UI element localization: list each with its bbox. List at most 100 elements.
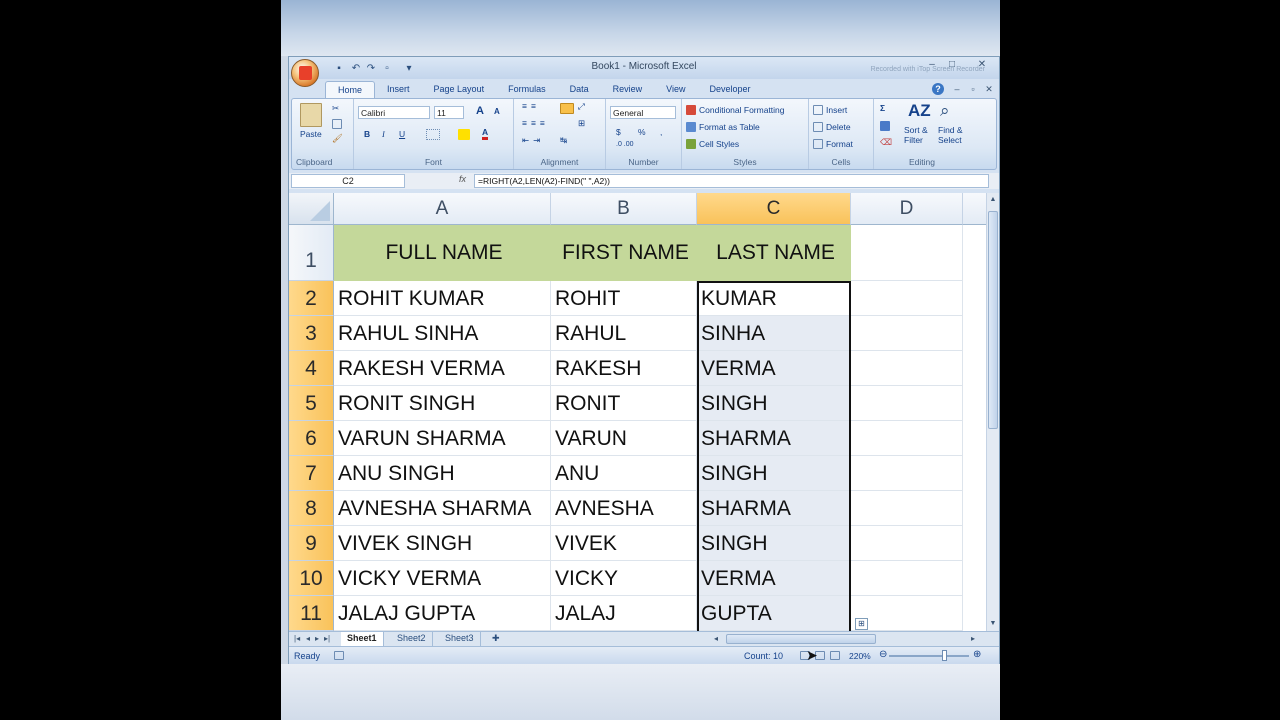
delete-cells-button[interactable]: Delete (826, 122, 851, 132)
cell-d4[interactable] (851, 351, 963, 386)
cell-d8[interactable] (851, 491, 963, 526)
office-button[interactable] (291, 59, 319, 87)
tab-view[interactable]: View (654, 81, 697, 99)
zoom-slider-knob[interactable] (942, 650, 947, 661)
cell-c8[interactable]: SHARMA (697, 491, 851, 526)
cell-a2[interactable]: ROHIT KUMAR (334, 281, 551, 316)
tab-formulas[interactable]: Formulas (496, 81, 558, 99)
cell-c2[interactable]: KUMAR (697, 281, 851, 316)
underline-button[interactable]: U (399, 129, 405, 139)
row-header[interactable]: 1 (289, 225, 334, 281)
zoom-out-icon[interactable]: ⊖ (879, 649, 887, 660)
cell-a8[interactable]: AVNESHA SHARMA (334, 491, 551, 526)
row-header[interactable]: 10 (289, 561, 334, 596)
cell-a3[interactable]: RAHUL SINHA (334, 316, 551, 351)
tab-review[interactable]: Review (601, 81, 655, 99)
cell-b7[interactable]: ANU (551, 456, 697, 491)
column-header-c[interactable]: C (697, 193, 851, 225)
conditional-formatting-button[interactable]: Conditional Formatting (699, 105, 785, 115)
cell-a1[interactable]: FULL NAME (334, 225, 551, 281)
scroll-down-icon[interactable]: ▼ (988, 619, 998, 629)
borders-icon[interactable] (426, 129, 440, 140)
cell-c11[interactable]: GUPTA (697, 596, 851, 631)
worksheet-grid[interactable]: A B C D 1 FULL NAME FIRST NAME LAST NAME… (289, 193, 986, 631)
cell-a11[interactable]: JALAJ GUPTA (334, 596, 551, 631)
scroll-up-icon[interactable]: ▲ (988, 195, 998, 205)
clear-icon[interactable]: ⌫ (880, 137, 892, 148)
cell-b3[interactable]: RAHUL (551, 316, 697, 351)
cell-a9[interactable]: VIVEK SINGH (334, 526, 551, 561)
indent-icons[interactable]: ⇤⇥ (522, 135, 544, 146)
hscroll-left-icon[interactable]: ◂ (714, 634, 718, 643)
vertical-scroll-thumb[interactable] (988, 211, 998, 429)
insert-cells-button[interactable]: Insert (826, 105, 847, 115)
cell-d6[interactable] (851, 421, 963, 456)
find-button[interactable]: Find & (938, 125, 963, 135)
cell-b4[interactable]: RAKESH (551, 351, 697, 386)
merge-center-icon[interactable]: ⊞ (578, 118, 585, 129)
tab-home[interactable]: Home (325, 81, 376, 99)
font-name-select[interactable]: Calibri (358, 106, 430, 119)
sheet-tab-sheet1[interactable]: Sheet1 (341, 632, 384, 646)
cell-b8[interactable]: AVNESHA (551, 491, 697, 526)
cell-b11[interactable]: JALAJ (551, 596, 697, 631)
sort-button[interactable]: Sort & (904, 125, 928, 135)
sheet-prev-icon[interactable]: ◂ (306, 634, 310, 643)
column-header-d[interactable]: D (851, 193, 963, 225)
paste-icon[interactable] (300, 103, 322, 127)
horizontal-align-icons[interactable]: ≡≡≡ (522, 118, 549, 128)
formula-input[interactable]: =RIGHT(A2,LEN(A2)-FIND(" ",A2)) (474, 174, 989, 188)
copy-icon[interactable] (332, 119, 342, 129)
ribbon-minimize-icon[interactable]: – (951, 83, 963, 95)
cell-styles-button[interactable]: Cell Styles (699, 139, 739, 149)
tab-page-layout[interactable]: Page Layout (422, 81, 497, 99)
fill-icon[interactable] (880, 121, 890, 131)
cell-c5[interactable]: SINGH (697, 386, 851, 421)
row-header[interactable]: 5 (289, 386, 334, 421)
cell-d5[interactable] (851, 386, 963, 421)
ribbon-close-icon[interactable]: ✕ (983, 83, 995, 95)
cell-c7[interactable]: SINGH (697, 456, 851, 491)
format-cells-button[interactable]: Format (826, 139, 853, 149)
row-header[interactable]: 7 (289, 456, 334, 491)
tab-data[interactable]: Data (558, 81, 601, 99)
cell-c3[interactable]: SINHA (697, 316, 851, 351)
sheet-next-icon[interactable]: ▸ (315, 634, 319, 643)
row-header[interactable]: 4 (289, 351, 334, 386)
sheet-tab-sheet3[interactable]: Sheet3 (439, 632, 481, 646)
cell-b5[interactable]: RONIT (551, 386, 697, 421)
cell-a6[interactable]: VARUN SHARMA (334, 421, 551, 456)
format-painter-icon[interactable]: 🖌 (332, 133, 343, 144)
minimize-icon[interactable]: – (925, 59, 939, 71)
currency-button[interactable]: $ (616, 127, 621, 137)
zoom-in-icon[interactable]: ⊕ (973, 649, 981, 660)
wrap-text-icon[interactable] (560, 103, 574, 114)
cell-a5[interactable]: RONIT SINGH (334, 386, 551, 421)
sheet-first-icon[interactable]: |◂ (294, 634, 300, 643)
vertical-scrollbar[interactable]: ▲ ▼ (986, 193, 999, 631)
row-header[interactable]: 6 (289, 421, 334, 456)
cell-d7[interactable] (851, 456, 963, 491)
autosum-button[interactable]: Σ (880, 103, 885, 113)
cell-c6[interactable]: SHARMA (697, 421, 851, 456)
format-as-table-button[interactable]: Format as Table (699, 122, 760, 132)
increase-decimal-icon[interactable]: .0 .00 (616, 141, 634, 148)
cell-a4[interactable]: RAKESH VERMA (334, 351, 551, 386)
comma-button[interactable]: , (660, 127, 662, 137)
hscroll-right-icon[interactable]: ▸ (971, 634, 975, 643)
cell-c4[interactable]: VERMA (697, 351, 851, 386)
horizontal-scroll-thumb[interactable] (726, 634, 876, 644)
cell-c10[interactable]: VERMA (697, 561, 851, 596)
insert-sheet-icon[interactable]: ✚ (486, 632, 506, 646)
cell-d2[interactable] (851, 281, 963, 316)
italic-button[interactable]: I (382, 129, 385, 139)
tab-developer[interactable]: Developer (697, 81, 762, 99)
tab-insert[interactable]: Insert (375, 81, 422, 99)
select-all-corner[interactable] (289, 193, 334, 225)
zoom-slider-track[interactable] (889, 655, 969, 657)
cell-b6[interactable]: VARUN (551, 421, 697, 456)
text-direction-icon[interactable]: ↹ (560, 135, 567, 146)
cut-icon[interactable]: ✂ (332, 103, 339, 114)
font-size-select[interactable]: 11 (434, 106, 464, 119)
zoom-level[interactable]: 220% (849, 651, 871, 661)
